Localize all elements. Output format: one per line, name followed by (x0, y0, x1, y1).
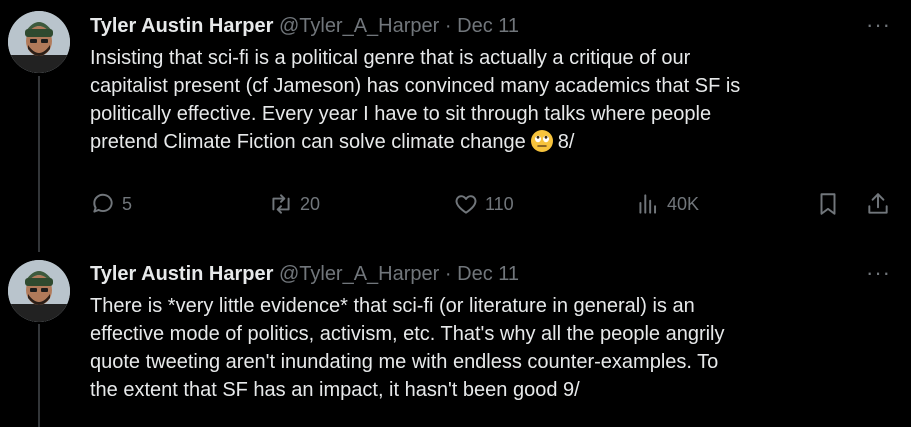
display-name[interactable]: Tyler Austin Harper (90, 263, 273, 285)
avatar[interactable] (8, 260, 70, 322)
bookmark-button[interactable] (815, 191, 847, 217)
more-options-icon[interactable]: ··· (866, 12, 891, 38)
tweet-actions: 5 20 110 40K (90, 191, 900, 221)
tweet-header: Tyler Austin Harper @Tyler_A_Harper · De… (90, 14, 519, 38)
face-with-rolling-eyes-icon (530, 130, 553, 152)
reply-icon (93, 193, 113, 213)
retweet-button[interactable]: 20 (268, 191, 320, 217)
tweet[interactable]: Tyler Austin Harper @Tyler_A_Harper · De… (0, 245, 911, 427)
tweet-text: There is *very little evidence* that sci… (90, 295, 725, 401)
bookmark-icon (820, 193, 836, 215)
user-handle[interactable]: @Tyler_A_Harper (279, 15, 439, 37)
tweet-thread-number: 8/ (557, 131, 575, 153)
tweet-date[interactable]: Dec 11 (457, 263, 519, 285)
tweet-date[interactable]: Dec 11 (457, 15, 519, 37)
retweet-count: 20 (300, 194, 321, 214)
tweet[interactable]: Tyler Austin Harper @Tyler_A_Harper · De… (0, 0, 911, 245)
separator-dot: · (444, 263, 452, 285)
tweet-text-body: Insisting that sci-fi is a political gen… (90, 47, 741, 153)
user-handle[interactable]: @Tyler_A_Harper (279, 263, 439, 285)
views-icon (639, 194, 657, 214)
retweet-icon (272, 194, 290, 214)
views-button[interactable]: 40K (635, 191, 699, 217)
display-name[interactable]: Tyler Austin Harper (90, 15, 273, 37)
tweet-header: Tyler Austin Harper @Tyler_A_Harper · De… (90, 262, 519, 286)
views-count: 40K (667, 194, 700, 214)
more-options-icon[interactable]: ··· (866, 260, 891, 286)
separator-dot: · (444, 15, 452, 37)
reply-button[interactable]: 5 (90, 191, 132, 217)
tweet-text: Insisting that sci-fi is a political gen… (90, 44, 880, 156)
like-count: 110 (485, 194, 514, 214)
share-icon (868, 193, 888, 214)
like-icon (455, 195, 477, 214)
avatar[interactable] (8, 11, 70, 73)
like-button[interactable]: 110 (453, 191, 514, 217)
reply-count: 5 (122, 194, 133, 214)
share-button[interactable] (865, 191, 897, 217)
